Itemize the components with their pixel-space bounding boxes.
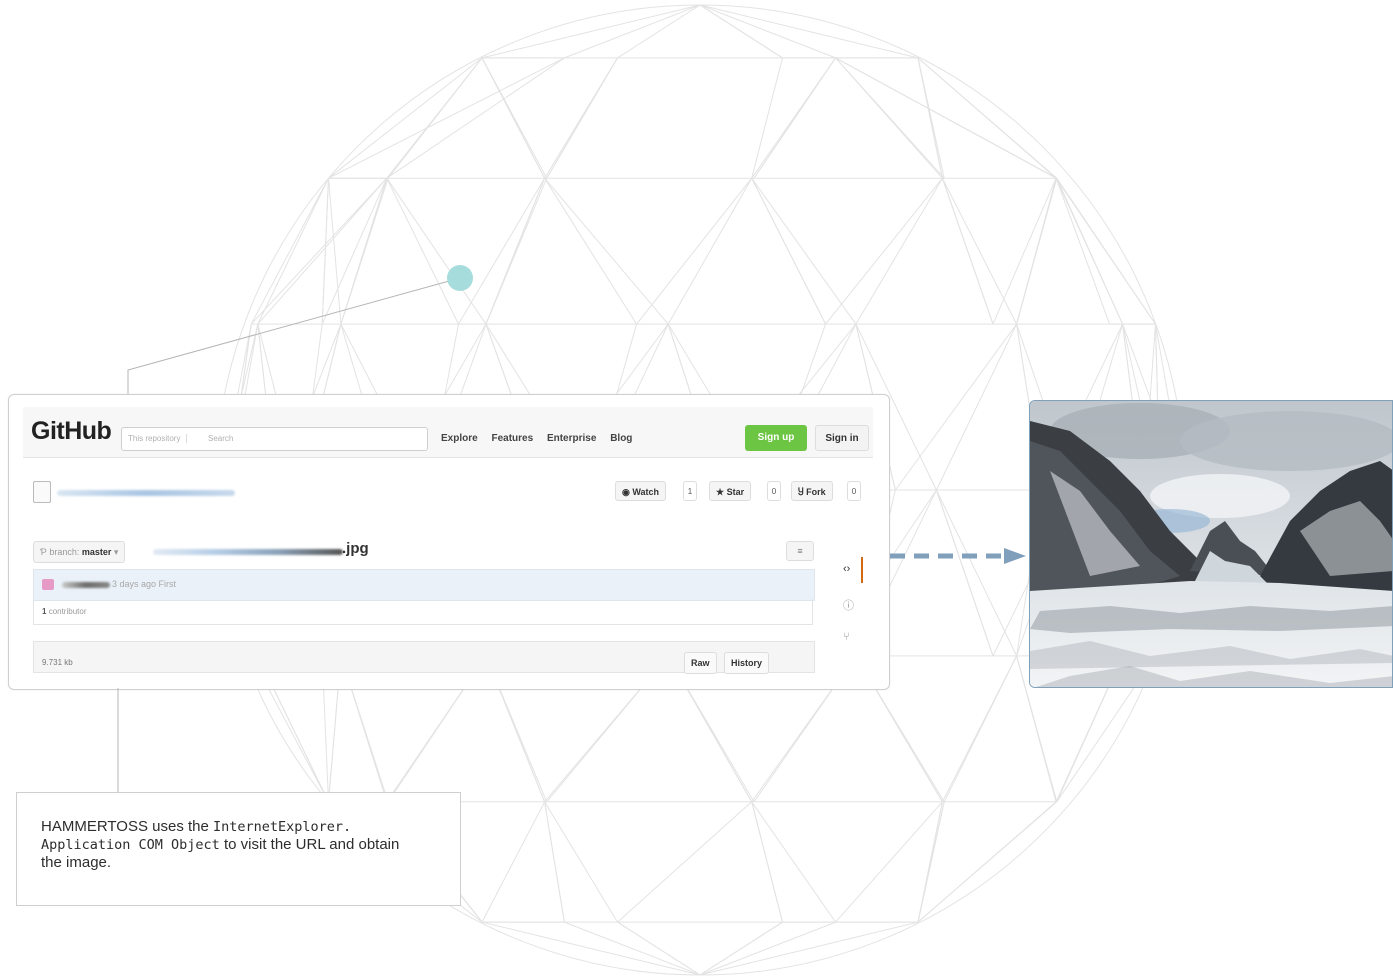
search-placeholder: Search bbox=[208, 434, 234, 443]
nav-enterprise: Enterprise bbox=[546, 433, 597, 444]
github-nav: Explore Features Enterprise Blog bbox=[441, 433, 643, 444]
fork-count: 0 bbox=[847, 481, 861, 501]
issues-icon: ⓘ bbox=[843, 600, 854, 612]
redacted-file-path bbox=[153, 549, 343, 555]
repo-sidebar: ‹› ⓘ ⑂ bbox=[837, 555, 863, 675]
contributors-label: contributor bbox=[48, 607, 87, 616]
active-tab-marker bbox=[861, 557, 863, 583]
star-button: ★ Star bbox=[709, 481, 752, 501]
search-input: This repository Search bbox=[121, 427, 428, 451]
star-icon: ★ bbox=[716, 487, 725, 497]
commit-bar: 3 days ago First bbox=[33, 569, 815, 601]
caption-box: HAMMERTOSS uses the InternetExplorer. App… bbox=[16, 792, 461, 906]
eye-icon: ◉ bbox=[622, 487, 630, 497]
github-header: GitHub This repository Search Explore Fe… bbox=[23, 407, 873, 458]
nav-explore: Explore bbox=[441, 433, 478, 444]
branch-prefix: branch: bbox=[49, 547, 80, 557]
chevron-down-icon: ▾ bbox=[113, 547, 119, 557]
file-size: 9.731 kb bbox=[42, 658, 73, 667]
star-label: Star bbox=[726, 487, 745, 497]
star-count: 0 bbox=[767, 481, 781, 501]
nav-features: Features bbox=[491, 433, 534, 444]
avatar bbox=[42, 579, 54, 590]
redacted-author bbox=[62, 582, 110, 588]
list-icon: ≡ bbox=[786, 541, 814, 561]
signup-button: Sign up bbox=[745, 425, 807, 451]
file-name: .jpg bbox=[342, 540, 369, 557]
commit-text: 3 days ago First bbox=[112, 579, 177, 589]
branch-icon: Ƥ bbox=[40, 547, 47, 557]
signin-button: Sign in bbox=[815, 425, 869, 451]
fork-icon: Ⴘ bbox=[798, 487, 804, 497]
caption-code-1: InternetExplorer. bbox=[213, 819, 352, 835]
pull-request-icon: ⑂ bbox=[843, 631, 850, 643]
mountain-image bbox=[1029, 400, 1393, 688]
fork-label: Fork bbox=[806, 487, 826, 497]
contributors-count: 1 bbox=[42, 607, 47, 616]
repo-icon bbox=[33, 481, 51, 503]
branch-name: master bbox=[81, 547, 112, 557]
caption-text-1: HAMMERTOSS uses the bbox=[41, 818, 214, 835]
watch-count: 1 bbox=[683, 481, 697, 501]
fork-button: Ⴘ Fork bbox=[791, 481, 833, 501]
watch-label: Watch bbox=[632, 487, 660, 497]
caption-text: HAMMERTOSS uses the InternetExplorer. App… bbox=[41, 818, 421, 872]
watch-button: ◉ Watch bbox=[615, 481, 667, 501]
nav-blog: Blog bbox=[610, 433, 633, 444]
redacted-repo-name bbox=[57, 490, 235, 496]
history-button: History bbox=[724, 652, 770, 674]
search-scope: This repository bbox=[128, 434, 188, 443]
raw-button: Raw bbox=[684, 652, 717, 674]
code-icon: ‹› bbox=[843, 563, 851, 575]
github-logo: GitHub bbox=[31, 417, 112, 445]
github-screenshot: GitHub This repository Search Explore Fe… bbox=[8, 394, 890, 690]
branch-selector: Ƥ branch: master ▾ bbox=[33, 541, 126, 563]
file-bar: 9.731 kb Raw History bbox=[33, 641, 815, 674]
contributors-row: 1 contributor bbox=[33, 599, 813, 625]
caption-code-2: Application COM Object bbox=[41, 837, 220, 853]
